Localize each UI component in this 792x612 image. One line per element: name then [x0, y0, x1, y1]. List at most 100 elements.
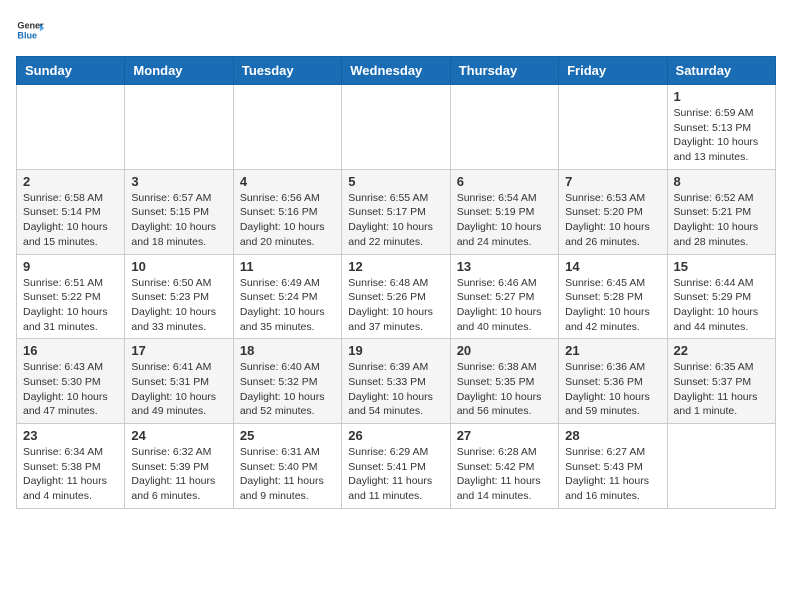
calendar-cell: 16 Sunrise: 6:43 AM Sunset: 5:30 PM Dayli…	[17, 339, 125, 424]
day-number: 12	[348, 259, 443, 274]
calendar-cell: 27 Sunrise: 6:28 AM Sunset: 5:42 PM Dayli…	[450, 424, 558, 509]
weekday-header-tuesday: Tuesday	[233, 57, 341, 85]
weekday-header-thursday: Thursday	[450, 57, 558, 85]
day-info: Sunrise: 6:54 AM Sunset: 5:19 PM Dayligh…	[457, 191, 552, 250]
calendar-cell: 3 Sunrise: 6:57 AM Sunset: 5:15 PM Daylig…	[125, 169, 233, 254]
day-number: 7	[565, 174, 660, 189]
day-number: 9	[23, 259, 118, 274]
weekday-header-wednesday: Wednesday	[342, 57, 450, 85]
calendar-cell: 24 Sunrise: 6:32 AM Sunset: 5:39 PM Dayli…	[125, 424, 233, 509]
calendar-cell: 26 Sunrise: 6:29 AM Sunset: 5:41 PM Dayli…	[342, 424, 450, 509]
day-number: 11	[240, 259, 335, 274]
logo: General Blue	[16, 16, 48, 44]
calendar-cell	[17, 85, 125, 170]
day-info: Sunrise: 6:51 AM Sunset: 5:22 PM Dayligh…	[23, 276, 118, 335]
day-info: Sunrise: 6:44 AM Sunset: 5:29 PM Dayligh…	[674, 276, 769, 335]
calendar-cell: 23 Sunrise: 6:34 AM Sunset: 5:38 PM Dayli…	[17, 424, 125, 509]
day-info: Sunrise: 6:34 AM Sunset: 5:38 PM Dayligh…	[23, 445, 118, 504]
calendar-week-row: 23 Sunrise: 6:34 AM Sunset: 5:38 PM Dayli…	[17, 424, 776, 509]
day-number: 28	[565, 428, 660, 443]
calendar-cell: 5Sunrise: 6:55 AM Sunset: 5:17 PM Daylig…	[342, 169, 450, 254]
calendar-cell: 10 Sunrise: 6:50 AM Sunset: 5:23 PM Dayli…	[125, 254, 233, 339]
calendar-cell: 20Sunrise: 6:38 AM Sunset: 5:35 PM Dayli…	[450, 339, 558, 424]
day-number: 26	[348, 428, 443, 443]
calendar-cell: 22 Sunrise: 6:35 AM Sunset: 5:37 PM Dayli…	[667, 339, 775, 424]
day-info: Sunrise: 6:39 AM Sunset: 5:33 PM Dayligh…	[348, 360, 443, 419]
calendar-cell: 18Sunrise: 6:40 AM Sunset: 5:32 PM Dayli…	[233, 339, 341, 424]
day-number: 17	[131, 343, 226, 358]
day-info: Sunrise: 6:57 AM Sunset: 5:15 PM Dayligh…	[131, 191, 226, 250]
calendar-cell: 8 Sunrise: 6:52 AM Sunset: 5:21 PM Daylig…	[667, 169, 775, 254]
calendar-cell: 28 Sunrise: 6:27 AM Sunset: 5:43 PM Dayli…	[559, 424, 667, 509]
calendar-week-row: 9 Sunrise: 6:51 AM Sunset: 5:22 PM Daylig…	[17, 254, 776, 339]
day-number: 4	[240, 174, 335, 189]
day-number: 13	[457, 259, 552, 274]
calendar-week-row: 2Sunrise: 6:58 AM Sunset: 5:14 PM Daylig…	[17, 169, 776, 254]
day-info: Sunrise: 6:28 AM Sunset: 5:42 PM Dayligh…	[457, 445, 552, 504]
calendar-cell: 2Sunrise: 6:58 AM Sunset: 5:14 PM Daylig…	[17, 169, 125, 254]
logo-icon: General Blue	[16, 16, 44, 44]
calendar-cell: 4 Sunrise: 6:56 AM Sunset: 5:16 PM Daylig…	[233, 169, 341, 254]
calendar-table: SundayMondayTuesdayWednesdayThursdayFrid…	[16, 56, 776, 509]
day-info: Sunrise: 6:45 AM Sunset: 5:28 PM Dayligh…	[565, 276, 660, 335]
calendar-cell: 12 Sunrise: 6:48 AM Sunset: 5:26 PM Dayli…	[342, 254, 450, 339]
day-number: 2	[23, 174, 118, 189]
day-info: Sunrise: 6:55 AM Sunset: 5:17 PM Dayligh…	[348, 191, 443, 250]
calendar-cell: 21 Sunrise: 6:36 AM Sunset: 5:36 PM Dayli…	[559, 339, 667, 424]
day-number: 16	[23, 343, 118, 358]
day-number: 1	[674, 89, 769, 104]
weekday-header-saturday: Saturday	[667, 57, 775, 85]
day-info: Sunrise: 6:36 AM Sunset: 5:36 PM Dayligh…	[565, 360, 660, 419]
day-info: Sunrise: 6:53 AM Sunset: 5:20 PM Dayligh…	[565, 191, 660, 250]
calendar-cell	[233, 85, 341, 170]
calendar-cell: 15 Sunrise: 6:44 AM Sunset: 5:29 PM Dayli…	[667, 254, 775, 339]
day-info: Sunrise: 6:32 AM Sunset: 5:39 PM Dayligh…	[131, 445, 226, 504]
calendar-cell: 13 Sunrise: 6:46 AM Sunset: 5:27 PM Dayli…	[450, 254, 558, 339]
day-number: 10	[131, 259, 226, 274]
day-number: 27	[457, 428, 552, 443]
calendar-cell	[450, 85, 558, 170]
day-number: 23	[23, 428, 118, 443]
day-number: 6	[457, 174, 552, 189]
weekday-header-monday: Monday	[125, 57, 233, 85]
day-number: 3	[131, 174, 226, 189]
day-number: 19	[348, 343, 443, 358]
calendar-cell	[342, 85, 450, 170]
day-number: 15	[674, 259, 769, 274]
day-number: 22	[674, 343, 769, 358]
day-info: Sunrise: 6:59 AM Sunset: 5:13 PM Dayligh…	[674, 106, 769, 165]
day-info: Sunrise: 6:49 AM Sunset: 5:24 PM Dayligh…	[240, 276, 335, 335]
calendar-cell	[667, 424, 775, 509]
calendar-cell: 11 Sunrise: 6:49 AM Sunset: 5:24 PM Dayli…	[233, 254, 341, 339]
weekday-header-friday: Friday	[559, 57, 667, 85]
day-info: Sunrise: 6:46 AM Sunset: 5:27 PM Dayligh…	[457, 276, 552, 335]
day-info: Sunrise: 6:27 AM Sunset: 5:43 PM Dayligh…	[565, 445, 660, 504]
day-number: 14	[565, 259, 660, 274]
page-header: General Blue	[16, 16, 776, 44]
calendar-cell: 6 Sunrise: 6:54 AM Sunset: 5:19 PM Daylig…	[450, 169, 558, 254]
day-info: Sunrise: 6:31 AM Sunset: 5:40 PM Dayligh…	[240, 445, 335, 504]
calendar-cell: 19 Sunrise: 6:39 AM Sunset: 5:33 PM Dayli…	[342, 339, 450, 424]
calendar-cell: 9 Sunrise: 6:51 AM Sunset: 5:22 PM Daylig…	[17, 254, 125, 339]
calendar-cell: 7 Sunrise: 6:53 AM Sunset: 5:20 PM Daylig…	[559, 169, 667, 254]
day-info: Sunrise: 6:38 AM Sunset: 5:35 PM Dayligh…	[457, 360, 552, 419]
calendar-week-row: 16 Sunrise: 6:43 AM Sunset: 5:30 PM Dayli…	[17, 339, 776, 424]
day-number: 24	[131, 428, 226, 443]
day-number: 21	[565, 343, 660, 358]
day-info: Sunrise: 6:50 AM Sunset: 5:23 PM Dayligh…	[131, 276, 226, 335]
day-info: Sunrise: 6:41 AM Sunset: 5:31 PM Dayligh…	[131, 360, 226, 419]
calendar-cell	[559, 85, 667, 170]
day-number: 8	[674, 174, 769, 189]
calendar-cell	[125, 85, 233, 170]
weekday-header-row: SundayMondayTuesdayWednesdayThursdayFrid…	[17, 57, 776, 85]
day-info: Sunrise: 6:56 AM Sunset: 5:16 PM Dayligh…	[240, 191, 335, 250]
day-info: Sunrise: 6:48 AM Sunset: 5:26 PM Dayligh…	[348, 276, 443, 335]
day-number: 25	[240, 428, 335, 443]
day-info: Sunrise: 6:43 AM Sunset: 5:30 PM Dayligh…	[23, 360, 118, 419]
day-info: Sunrise: 6:35 AM Sunset: 5:37 PM Dayligh…	[674, 360, 769, 419]
day-info: Sunrise: 6:29 AM Sunset: 5:41 PM Dayligh…	[348, 445, 443, 504]
calendar-cell: 17 Sunrise: 6:41 AM Sunset: 5:31 PM Dayli…	[125, 339, 233, 424]
day-info: Sunrise: 6:40 AM Sunset: 5:32 PM Dayligh…	[240, 360, 335, 419]
day-info: Sunrise: 6:52 AM Sunset: 5:21 PM Dayligh…	[674, 191, 769, 250]
calendar-cell: 1 Sunrise: 6:59 AM Sunset: 5:13 PM Daylig…	[667, 85, 775, 170]
